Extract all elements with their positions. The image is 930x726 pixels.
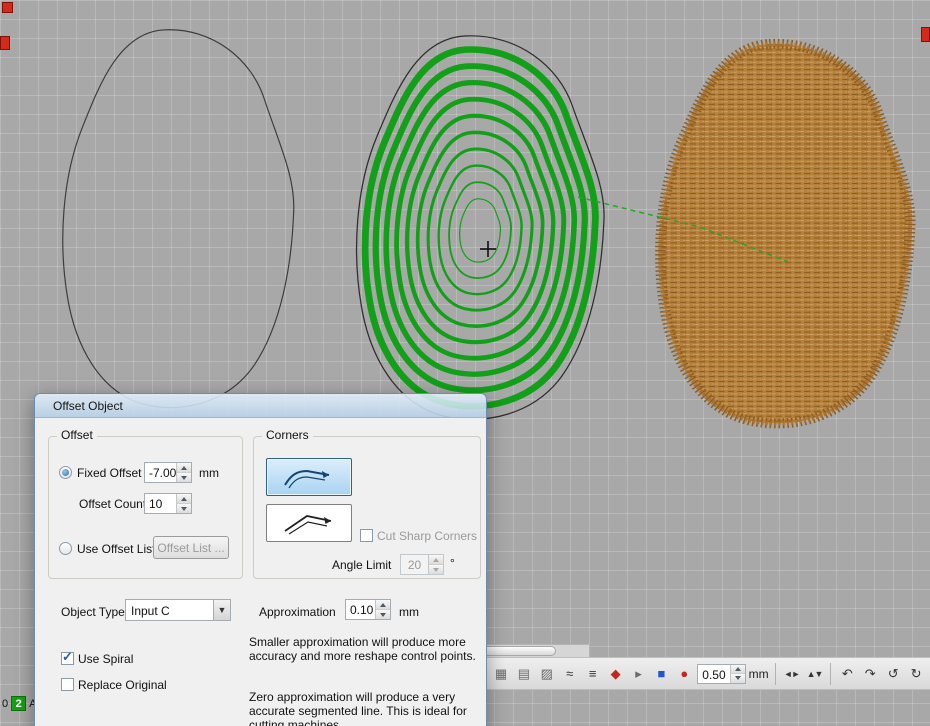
approximation-note-1: Smaller approximation will produce more … [249, 635, 477, 663]
dialog-body: Offset Fixed Offset -7.00 mm Offset Coun… [35, 418, 486, 726]
red-marker-top-left[interactable] [2, 2, 13, 13]
spin-up-button[interactable] [376, 600, 390, 610]
offset-count-value[interactable]: 10 [145, 494, 176, 513]
fixed-offset-spin-buttons[interactable] [176, 463, 191, 482]
approximation-spin-buttons[interactable] [375, 600, 390, 619]
object-type-label: Object Type [61, 605, 125, 619]
toolbar-separator [830, 663, 831, 685]
spin-down-button[interactable] [177, 504, 191, 513]
spin-down-button[interactable] [429, 565, 443, 574]
start-marker-icon[interactable]: ◆ [606, 663, 626, 684]
offset-count-spin-buttons[interactable] [176, 494, 191, 513]
approximation-spinner[interactable]: 0.10 [345, 599, 391, 620]
hatch-icon[interactable]: ▨ [537, 663, 557, 684]
entry-point-icon[interactable]: ■ [651, 663, 671, 684]
status-badge: 2 [11, 696, 26, 711]
stitched-shape[interactable] [660, 44, 910, 424]
offset-object-dialog: Offset Object Offset Fixed Offset -7.00 … [34, 393, 487, 726]
object-type-dropdown[interactable]: Input C ▼ [125, 599, 231, 621]
angle-limit-unit: ° [450, 556, 455, 570]
use-offset-list-radio[interactable] [59, 542, 72, 555]
fixed-offset-spinner[interactable]: -7.00 [144, 462, 192, 483]
rounded-corner-button[interactable] [266, 458, 352, 496]
cut-sharp-corners-checkbox[interactable] [360, 529, 373, 542]
angle-limit-label: Angle Limit [332, 558, 391, 572]
status-left-value: 0 [2, 698, 8, 710]
redo-icon[interactable]: ↻ [906, 663, 926, 684]
table-icon[interactable]: ▤ [514, 663, 534, 684]
undo-icon[interactable]: ↺ [883, 663, 903, 684]
rounded-corner-icon [277, 463, 341, 491]
bottom-toolbar: ▦ ▤ ▨ ≈ ≡ ◆ ▸ ■ ● 0.50 mm ◄► ▲▼ ↶ ↷ ↺ ↻ [487, 657, 930, 690]
approximation-unit: mm [399, 605, 419, 619]
rotate-left-icon[interactable]: ↶ [837, 663, 857, 684]
mirror-horizontal-icon[interactable]: ◄► [782, 663, 802, 684]
offset-shape[interactable] [357, 36, 605, 420]
dialog-title: Offset Object [53, 399, 123, 413]
offset-count-spinner[interactable]: 10 [144, 493, 192, 514]
spin-up-button[interactable] [177, 463, 191, 473]
use-spiral-checkbox[interactable] [61, 652, 74, 665]
offset-count-label: Offset Count [79, 497, 146, 511]
outline-width-spinner[interactable]: 0.50 [697, 664, 745, 684]
spin-up-button[interactable] [177, 494, 191, 504]
approximation-label: Approximation [259, 605, 336, 619]
offset-group-label: Offset [57, 428, 97, 442]
approximation-value[interactable]: 0.10 [346, 600, 375, 619]
canvas-workspace: 0 2 A=-14 ▦ ▤ ▨ ≈ ≡ ◆ ▸ ■ ● 0.50 mm ◄► ▲… [0, 0, 930, 726]
fixed-offset-value[interactable]: -7.00 [145, 463, 176, 482]
fixed-offset-label: Fixed Offset [77, 466, 141, 480]
red-marker-right[interactable] [921, 27, 930, 42]
dialog-titlebar[interactable]: Offset Object [35, 394, 486, 418]
use-spiral-label: Use Spiral [78, 652, 133, 666]
spin-down-button[interactable] [376, 610, 390, 619]
exit-point-icon[interactable]: ● [674, 663, 694, 684]
outline-shape[interactable] [63, 30, 294, 408]
spin-down-button[interactable] [731, 674, 745, 683]
fixed-offset-unit: mm [199, 466, 219, 480]
object-type-value[interactable]: Input C [126, 600, 213, 620]
outline-width-spin-buttons[interactable] [730, 665, 745, 683]
sharp-corner-button[interactable] [266, 504, 352, 542]
spin-down-button[interactable] [177, 473, 191, 482]
density-icon[interactable]: ≈ [560, 663, 580, 684]
offset-list-button-label: Offset List ... [157, 541, 224, 555]
angle-limit-value: 20 [401, 555, 428, 574]
spin-up-button[interactable] [429, 555, 443, 565]
sharp-corner-icon [277, 509, 341, 537]
rotate-right-icon[interactable]: ↷ [860, 663, 880, 684]
approximation-note-2: Zero approximation will produce a very a… [249, 690, 477, 726]
replace-original-label: Replace Original [78, 678, 167, 692]
horizontal-scrollbar-thumb[interactable] [478, 646, 556, 656]
angle-limit-spinner[interactable]: 20 [400, 554, 444, 575]
spin-up-button[interactable] [731, 665, 745, 675]
toolbar-separator [775, 663, 776, 685]
angle-limit-spin-buttons[interactable] [428, 555, 443, 574]
use-offset-list-label: Use Offset List [77, 542, 155, 556]
corners-group-label: Corners [262, 428, 313, 442]
corners-group: Corners Cut Sharp Corne [253, 436, 481, 579]
connector-icon[interactable]: ▸ [629, 663, 649, 684]
outline-width-unit: mm [749, 667, 769, 681]
mirror-vertical-icon[interactable]: ▲▼ [805, 663, 825, 684]
fixed-offset-radio[interactable] [59, 466, 72, 479]
outline-width-value[interactable]: 0.50 [698, 665, 729, 683]
offset-list-button[interactable]: Offset List ... [153, 536, 229, 559]
replace-original-checkbox[interactable] [61, 678, 74, 691]
chevron-down-icon[interactable]: ▼ [213, 600, 230, 620]
offset-group: Offset Fixed Offset -7.00 mm Offset Coun… [48, 436, 243, 579]
sequence-icon[interactable]: ≡ [583, 663, 603, 684]
red-marker-left[interactable] [0, 36, 10, 50]
grid-icon[interactable]: ▦ [491, 663, 511, 684]
cut-sharp-corners-label: Cut Sharp Corners [377, 529, 477, 543]
